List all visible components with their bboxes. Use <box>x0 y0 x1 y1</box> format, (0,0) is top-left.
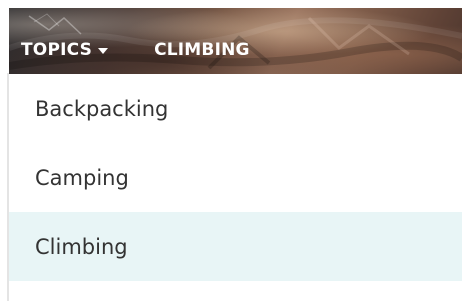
caret-down-icon <box>98 48 109 54</box>
menu-item-climbing[interactable]: Climbing <box>9 212 462 281</box>
menu-item-label: Camping <box>35 165 129 190</box>
topics-dropdown-panel: TOPICS CLIMBING Backpacking Camping Clim… <box>0 0 462 301</box>
menu-item-camping[interactable]: Camping <box>9 143 462 212</box>
menu-item-label: Backpacking <box>35 96 169 121</box>
topics-label: TOPICS <box>21 40 93 60</box>
topics-menu: Backpacking Camping Climbing <box>9 74 462 281</box>
topics-toggle[interactable]: TOPICS <box>21 40 109 60</box>
menu-item-backpacking[interactable]: Backpacking <box>9 74 462 143</box>
current-topic-link[interactable]: CLIMBING <box>154 40 250 60</box>
menu-item-label: Climbing <box>35 234 128 259</box>
topics-nav-bar: TOPICS CLIMBING <box>21 39 250 61</box>
